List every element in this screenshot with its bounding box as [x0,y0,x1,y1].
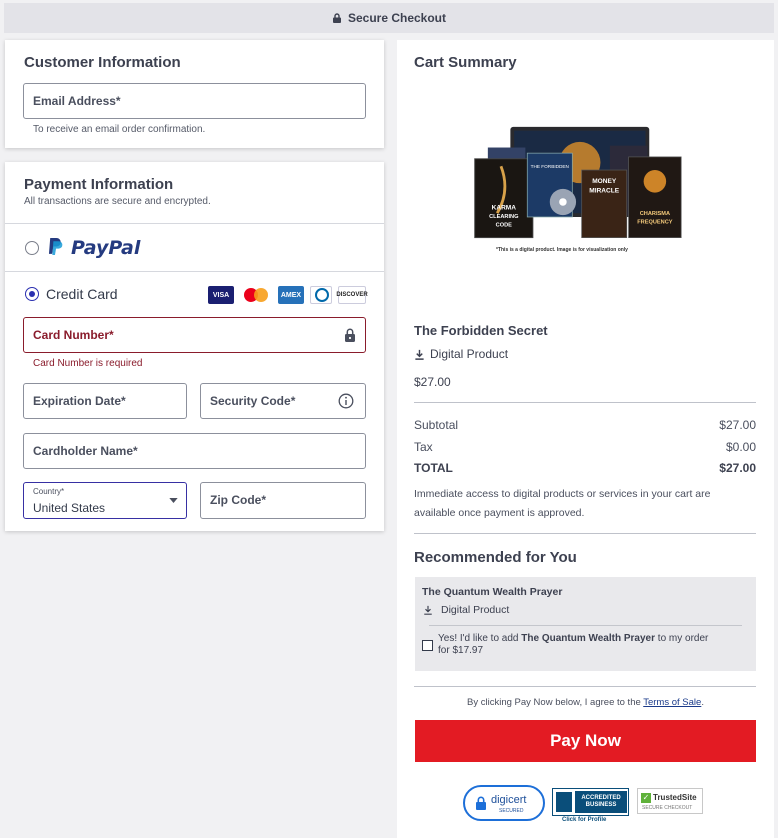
recommended-item-box: The Quantum Wealth Prayer Digital Produc… [415,577,756,671]
email-helper-text: To receive an email order confirmation. [33,124,206,135]
zip-code-field[interactable]: Zip Code* [200,482,366,519]
svg-text:CODE: CODE [496,222,512,228]
check-icon: ✓ [641,793,651,803]
pay-now-button[interactable]: Pay Now [415,720,756,762]
country-select-value: United States [33,501,106,515]
cardholder-name-field[interactable]: Cardholder Name* [23,433,366,469]
payment-info-heading: Payment Information [24,176,174,193]
product-bundle-image: KARMA CLEARING CODE THE FORBIDDEN MONEY … [462,125,692,255]
download-icon [415,349,424,360]
expiration-date-label: Expiration Date* [33,394,126,408]
svg-text:MONEY: MONEY [592,178,617,185]
amex-icon: AMEX [278,286,304,304]
digicert-sublabel: SECURED [499,808,524,814]
bbb-badge[interactable]: ACCREDITED BUSINESS Click for Profile [552,788,629,826]
divider [414,686,756,687]
upsell-offer-suffix: to my order [655,633,709,644]
upsell-offer-text: Yes! I'd like to add The Quantum Wealth … [438,633,738,657]
cart-summary-heading: Cart Summary [414,54,517,71]
diners-icon [310,286,332,304]
trustedsite-badge[interactable]: ✓ TrustedSite SECURE CHECKOUT [637,788,703,814]
card-number-label: Card Number* [33,328,114,342]
subtotal-row: Subtotal $27.00 [414,418,756,432]
tax-label: Tax [414,440,433,454]
padlock-icon [476,796,486,810]
svg-text:THE FORBIDDEN: THE FORBIDDEN [531,164,569,169]
access-note: Immediate access to digital products or … [414,488,711,519]
expiration-date-field[interactable]: Expiration Date* [23,383,187,419]
info-icon[interactable] [338,393,354,409]
customer-info-heading: Customer Information [24,54,181,71]
payment-info-card: Payment Information All transactions are… [5,162,384,531]
divider [429,625,742,626]
product-price: $27.00 [414,375,451,389]
digicert-badge[interactable]: digicert SECURED [463,785,545,821]
recommended-item-name: The Quantum Wealth Prayer [422,586,563,598]
chevron-down-icon [169,498,178,503]
discover-icon: DISCOVER [336,286,368,304]
terms-text: By clicking Pay Now below, I agree to th… [415,697,756,708]
paypal-p-icon [48,238,63,255]
bbb-click-for-profile: Click for Profile [562,817,607,823]
lock-icon [345,328,355,342]
divider [414,402,756,403]
security-code-label: Security Code* [210,394,296,408]
tax-value: $0.00 [725,440,756,454]
product-type-label: Digital Product [430,347,509,361]
recommended-heading: Recommended for You [414,549,577,566]
terms-suffix: . [701,697,704,708]
country-select[interactable]: Country* United States [23,482,187,519]
svg-text:MIRACLE: MIRACLE [589,188,619,195]
card-number-error: Card Number is required [33,358,143,369]
visa-icon: VISA [208,286,234,304]
email-field-label: Email Address* [33,94,121,108]
trustedsite-label: TrustedSite [653,793,697,802]
tax-row: Tax $0.00 [414,440,756,454]
divider [414,533,756,534]
product-type: Digital Product [414,347,508,361]
trustedsite-sublabel: SECURE CHECKOUT [642,805,693,811]
bbb-line2: BUSINESS [585,802,617,808]
svg-text:CLEARING: CLEARING [489,214,519,220]
recommended-item-type: Digital Product [423,604,509,616]
product-name: The Forbidden Secret [414,323,548,338]
paypal-radio[interactable] [25,241,39,255]
total-label: TOTAL [414,461,453,475]
security-code-field[interactable]: Security Code* [200,383,366,419]
country-select-label: Country* [33,487,65,496]
download-icon [424,605,432,615]
subtotal-value: $27.00 [719,418,756,432]
subtotal-label: Subtotal [414,418,459,432]
bbb-line1: ACCREDITED [581,795,621,801]
svg-text:FREQUENCY: FREQUENCY [637,220,673,226]
total-value: $27.00 [719,461,756,475]
upsell-offer-prefix: Yes! I'd like to add [438,633,522,644]
digicert-label: digicert [491,794,527,806]
svg-text:CHARISMA: CHARISMA [640,211,670,217]
credit-card-radio[interactable] [25,287,39,301]
total-row: TOTAL $27.00 [414,461,756,475]
paypal-option[interactable]: PayPal [5,224,384,271]
customer-info-card: Customer Information Email Address* To r… [5,40,384,148]
zip-code-label: Zip Code* [210,493,266,507]
credit-card-label: Credit Card [46,286,118,302]
terms-prefix: By clicking Pay Now below, I agree to th… [467,697,644,708]
bbb-logo-icon [556,792,572,812]
upsell-offer-price: for $17.97 [438,645,484,656]
upsell-checkbox[interactable] [422,640,433,651]
upsell-offer-product: The Quantum Wealth Prayer [521,633,656,644]
lock-icon [332,13,341,23]
recommended-item-type-label: Digital Product [441,604,510,616]
terms-of-sale-link[interactable]: Terms of Sale [643,697,701,708]
payment-info-subheading: All transactions are secure and encrypte… [24,196,211,207]
secure-checkout-title: Secure Checkout [347,11,447,25]
mastercard-icon [243,286,269,304]
card-number-field[interactable]: Card Number* [23,317,366,353]
paypal-label: PayPal [71,237,141,259]
secure-checkout-bar: Secure Checkout [4,3,774,33]
svg-text:KARMA: KARMA [492,204,517,211]
cardholder-name-label: Cardholder Name* [33,444,138,458]
product-image-caption: *This is a digital product. Image is for… [496,247,628,253]
email-field[interactable]: Email Address* [23,83,366,119]
